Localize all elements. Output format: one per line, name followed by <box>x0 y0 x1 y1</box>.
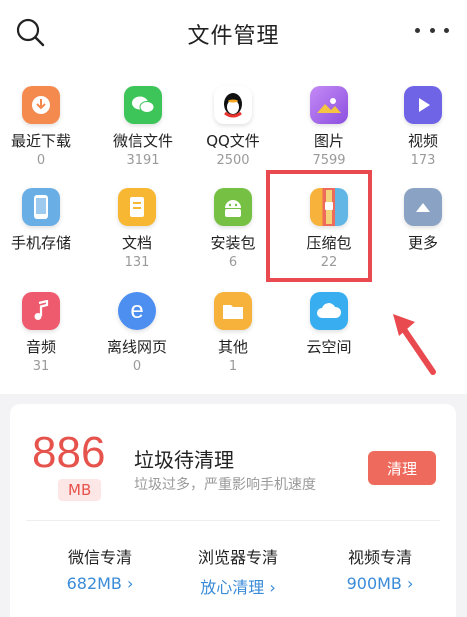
category-videos[interactable]: 视频 173 <box>376 70 467 174</box>
category-wechat-files[interactable]: 微信文件 3191 <box>96 70 190 174</box>
category-label: 视频 <box>407 132 438 150</box>
category-qq-files[interactable]: QQ文件 2500 <box>186 70 280 174</box>
stat-name: 微信专清 <box>67 548 132 567</box>
category-recent-downloads[interactable]: 最近下载 0 <box>0 70 88 174</box>
chevron-up-icon <box>404 188 442 226</box>
category-count: 31 <box>32 359 50 374</box>
category-pictures[interactable]: 图片 7599 <box>282 70 376 174</box>
junk-size-unit: MB <box>58 479 102 501</box>
dot-icon <box>429 27 435 33</box>
category-label: 文档 <box>121 234 152 252</box>
category-label: 微信文件 <box>112 132 173 150</box>
dot-icon <box>415 27 420 33</box>
top-bar: 文件管理 <box>0 0 467 64</box>
clean-button[interactable]: 清理 <box>368 451 436 485</box>
more-options-button[interactable] <box>415 18 449 42</box>
category-label: 其他 <box>217 338 248 356</box>
category-label: 手机存储 <box>10 234 71 252</box>
category-label: QQ文件 <box>206 132 260 150</box>
chevron-right-icon: › <box>407 574 414 593</box>
page-title: 文件管理 <box>187 24 280 49</box>
android-icon <box>214 188 252 226</box>
highlight-box <box>266 170 372 282</box>
category-count: 0 <box>132 359 142 374</box>
category-label: 离线网页 <box>106 338 167 356</box>
browser-clean-item[interactable]: 浏览器专清 放心清理 › <box>168 544 308 598</box>
cleaner-title: 垃圾待清理 <box>134 448 234 472</box>
category-label: 云空间 <box>306 338 352 356</box>
music-note-icon <box>22 292 60 330</box>
chevron-right-icon: › <box>127 574 134 593</box>
phone-storage-icon <box>22 188 60 226</box>
stat-value: 放心清理 <box>200 578 265 597</box>
stat-value: 900MB <box>346 574 402 593</box>
category-label: 音频 <box>25 338 56 356</box>
category-phone-storage[interactable]: 手机存储 <box>0 172 88 276</box>
browser-e-icon: e <box>118 292 156 330</box>
divider <box>26 520 440 521</box>
category-count: 0 <box>36 153 46 168</box>
category-audio[interactable]: 音频 31 <box>0 276 88 380</box>
qq-penguin-icon <box>214 86 252 124</box>
download-icon <box>22 86 60 124</box>
category-label: 最近下载 <box>10 132 71 150</box>
chevron-right-icon: › <box>269 578 276 597</box>
pointer-arrow-icon <box>393 314 436 375</box>
stat-name: 浏览器专清 <box>197 548 278 567</box>
cleaner-subtitle: 垃圾过多，严重影响手机速度 <box>134 477 316 493</box>
category-count: 3191 <box>126 153 160 168</box>
category-more[interactable]: 更多 <box>376 172 467 276</box>
picture-icon <box>310 86 348 124</box>
category-cloud-space[interactable]: 云空间 <box>282 276 376 380</box>
wechat-clean-item[interactable]: 微信专清 682MB › <box>30 544 170 593</box>
stat-name: 视频专清 <box>347 548 412 567</box>
category-count: 173 <box>410 153 436 168</box>
category-count: 1 <box>228 359 238 374</box>
category-label: 更多 <box>407 234 438 252</box>
category-other[interactable]: 其他 1 <box>186 276 280 380</box>
dot-icon <box>444 27 449 33</box>
category-count: 2500 <box>216 153 250 168</box>
cloud-icon <box>310 292 348 330</box>
play-icon <box>404 86 442 124</box>
junk-cleaner-card: 886 MB 垃圾待清理 垃圾过多，严重影响手机速度 清理 微信专清 682MB… <box>10 404 456 617</box>
category-count: 7599 <box>312 153 346 168</box>
stat-value: 682MB <box>66 574 122 593</box>
category-label: 图片 <box>313 132 344 150</box>
category-documents[interactable]: 文档 131 <box>90 172 184 276</box>
folder-icon <box>214 292 252 330</box>
category-offline-pages[interactable]: e 离线网页 0 <box>90 276 184 380</box>
category-count: 131 <box>124 255 150 270</box>
video-clean-item[interactable]: 视频专清 900MB › <box>310 544 450 593</box>
wechat-icon <box>124 86 162 124</box>
junk-size-value: 886 <box>32 428 106 477</box>
document-icon <box>118 188 156 226</box>
